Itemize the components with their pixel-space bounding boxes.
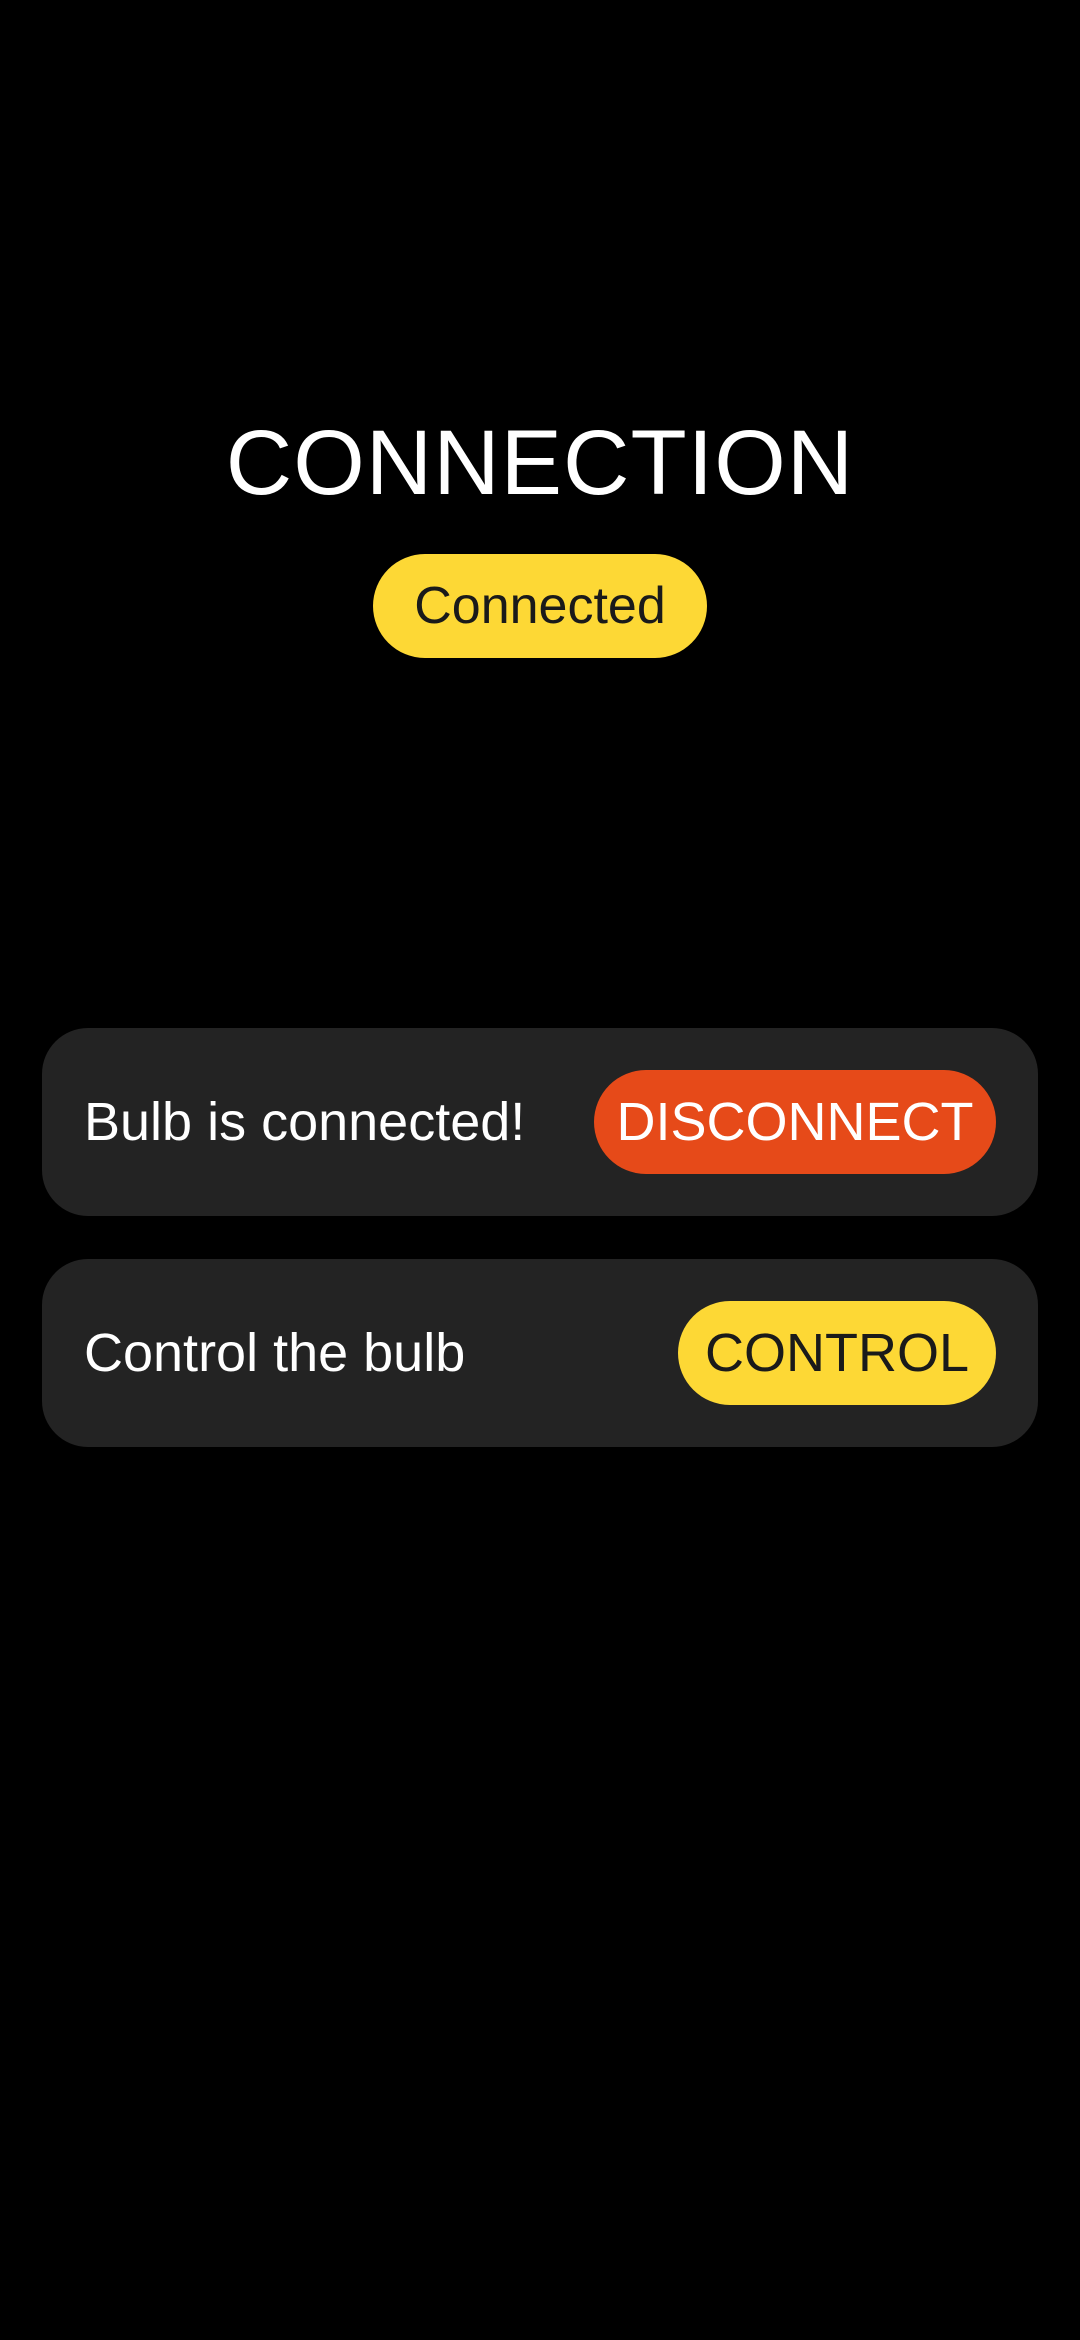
control-card: Control the bulb CONTROL <box>42 1259 1038 1447</box>
disconnect-button[interactable]: DISCONNECT <box>594 1070 996 1174</box>
connection-screen: CONNECTION Connected Bulb is connected! … <box>0 0 1080 2340</box>
connection-status-label: Bulb is connected! <box>84 1092 526 1152</box>
control-button[interactable]: CONTROL <box>678 1301 996 1405</box>
connection-card: Bulb is connected! DISCONNECT <box>42 1028 1038 1216</box>
connection-status-badge: Connected <box>373 554 707 658</box>
control-label: Control the bulb <box>84 1323 466 1383</box>
page-title: CONNECTION <box>225 412 855 514</box>
